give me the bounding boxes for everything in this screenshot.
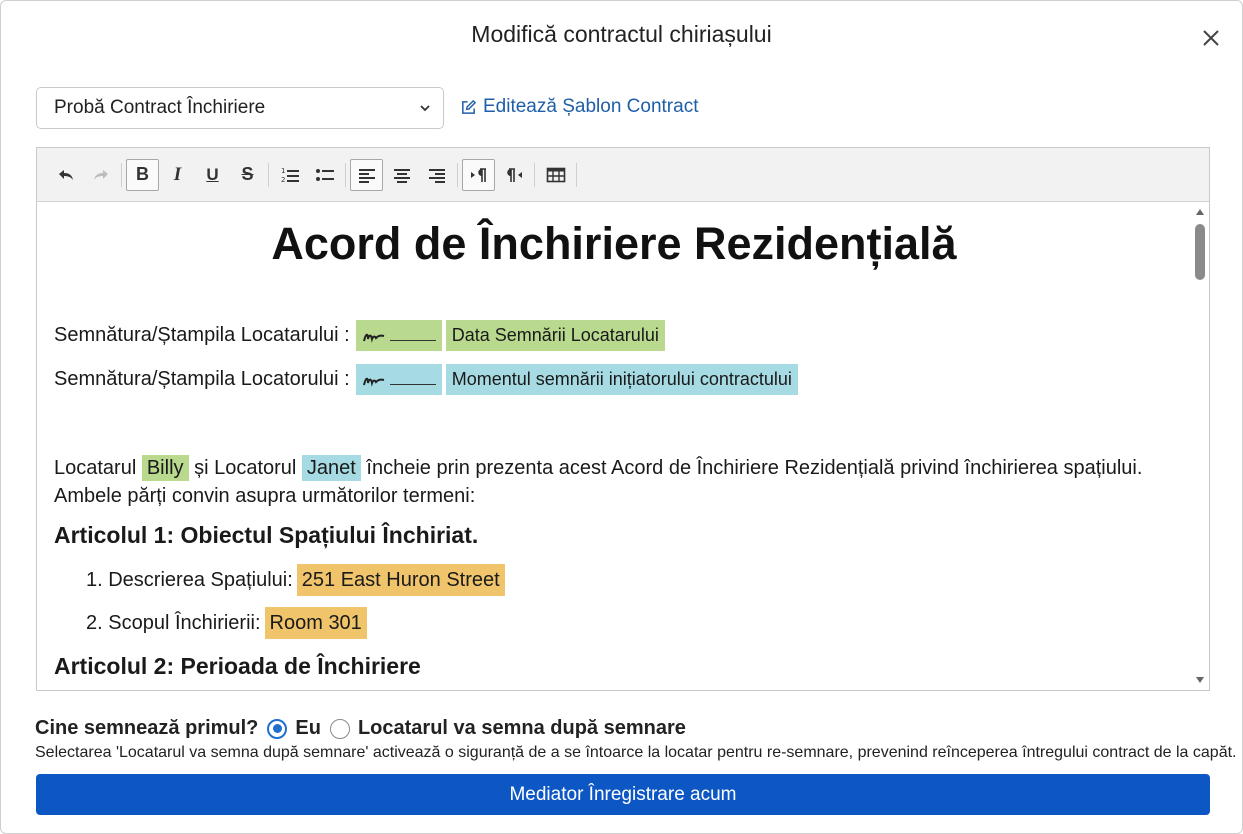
landlord-signature-row: Semnătura/Ștampila Locatorului : Momentu… [54,364,798,395]
landlord-signature-label: Semnătura/Ștampila Locatorului : [54,368,350,390]
edit-template-link[interactable]: Editează Șablon Contract [460,96,698,118]
submit-button[interactable]: Mediator Înregistrare acum [36,774,1210,815]
bullet-list-icon [315,168,334,181]
rtl-button[interactable] [497,159,530,191]
toolbar-separator [457,162,458,187]
signer-question: Cine semnează primul? [35,717,259,739]
bold-icon: B [136,164,149,184]
edit-template-label: Editează Șablon Contract [483,96,699,117]
align-right-button[interactable] [420,159,453,191]
editor-content[interactable]: Acord de Închiriere Rezidențială Semnătu… [37,202,1191,690]
strikethrough-button[interactable]: S [231,159,264,191]
toolbar-separator [121,162,122,187]
signature-icon [362,377,384,387]
redo-button[interactable] [84,159,117,191]
rental-unit-field[interactable]: Room 301 [264,607,367,639]
list-item: 2. Scopul Închirierii: Room 301 [86,607,367,639]
caret-down-icon [1196,677,1204,683]
document-title: Acord de Închiriere Rezidențială [271,218,957,269]
scroll-thumb[interactable] [1195,224,1205,280]
tenant-signature-row: Semnătura/Ștampila Locatarului : Data Se… [54,320,665,351]
landlord-signature-date-field[interactable]: Momentul semnării inițiatorului contract… [445,364,798,395]
article-1-heading: Articolul 1: Obiectul Spațiului Închiria… [54,522,479,548]
ordered-list-icon: 12 [281,167,299,184]
align-left-button[interactable] [350,158,383,191]
svg-text:2: 2 [281,176,285,184]
item-2-label: 2. Scopul Închirierii: [86,611,261,634]
edit-icon [462,99,477,114]
signature-icon [362,333,384,343]
intro-suffix: încheie prin prezenta acest Acord de Înc… [366,457,1143,479]
landlord-name-field[interactable]: Janet [301,455,361,481]
align-right-icon [428,168,445,183]
editor-toolbar: B I U S 12 [37,148,1209,202]
radio-me[interactable] [267,718,288,739]
contract-editor: B I U S 12 Acord de Închiriere Rezidenți… [36,147,1210,691]
align-center-icon [393,168,410,183]
radio-tenant-after-label[interactable]: Locatarul va semna după semnare [358,717,686,740]
italic-icon: I [173,163,182,185]
close-button[interactable] [1198,25,1224,51]
toolbar-separator [268,162,269,187]
radio-me-label[interactable]: Eu [295,717,321,740]
tenant-signature-field[interactable] [355,320,442,351]
signature-line [389,340,436,341]
signature-line [389,384,436,385]
chevron-down-icon [420,105,430,112]
dialog-title: Modifică contractul chiriașului [471,21,772,47]
edit-contract-dialog: Modifică contractul chiriașului Probă Co… [0,0,1243,834]
undo-icon [58,169,73,180]
table-button[interactable] [539,159,572,191]
undo-button[interactable] [49,159,82,191]
strikethrough-icon: S [241,164,254,184]
rtl-icon [506,167,522,182]
signer-hint: Selectarea 'Locatarul va semna după semn… [35,744,1237,761]
close-icon [1203,30,1219,46]
ordered-list-button[interactable]: 12 [273,159,306,191]
landlord-signature-field[interactable] [355,364,442,395]
tenant-name-field[interactable]: Billy [141,455,189,481]
ltr-button[interactable] [462,158,495,191]
tenant-signature-date-field[interactable]: Data Semnării Locatarului [445,320,665,351]
bullet-list-button[interactable] [308,159,341,191]
intro-line2: Ambele părți convin asupra următorilor t… [54,485,476,507]
redo-icon [93,169,108,180]
toolbar-separator [534,162,535,187]
italic-button[interactable]: I [161,159,194,191]
bold-button[interactable]: B [126,158,159,191]
scroll-down-button[interactable] [1194,674,1206,686]
template-select-value: Probă Contract Închiriere [54,97,266,118]
underline-icon: U [206,164,219,184]
radio-tenant-after[interactable] [329,718,350,739]
caret-up-icon [1196,209,1204,215]
table-icon [546,167,565,182]
item-1-label: 1. Descrierea Spațiului: [86,568,293,591]
ltr-icon [470,167,486,182]
template-select[interactable]: Probă Contract Închiriere [36,87,444,129]
editor-scrollbar[interactable] [1191,202,1209,690]
intro-mid: și Locatorul [194,457,297,479]
align-center-button[interactable] [385,159,418,191]
list-item: 1. Descrierea Spațiului: 251 East Huron … [86,564,505,596]
underline-button[interactable]: U [196,159,229,191]
signer-selection: Cine semnează primul? Eu Locatarul va se… [35,717,686,740]
svg-text:1: 1 [281,167,285,175]
intro-prefix: Locatarul [54,457,137,479]
article-2-heading: Articolul 2: Perioada de Închiriere [54,653,421,679]
toolbar-separator [345,162,346,187]
tenant-signature-label: Semnătura/Ștampila Locatarului : [54,324,350,346]
property-address-field[interactable]: 251 East Huron Street [296,564,505,596]
scroll-up-button[interactable] [1194,206,1206,218]
intro-paragraph: Locatarul Billy și Locatorul Janet înche… [54,454,1174,510]
toolbar-separator [576,162,577,187]
align-left-icon [358,168,375,183]
